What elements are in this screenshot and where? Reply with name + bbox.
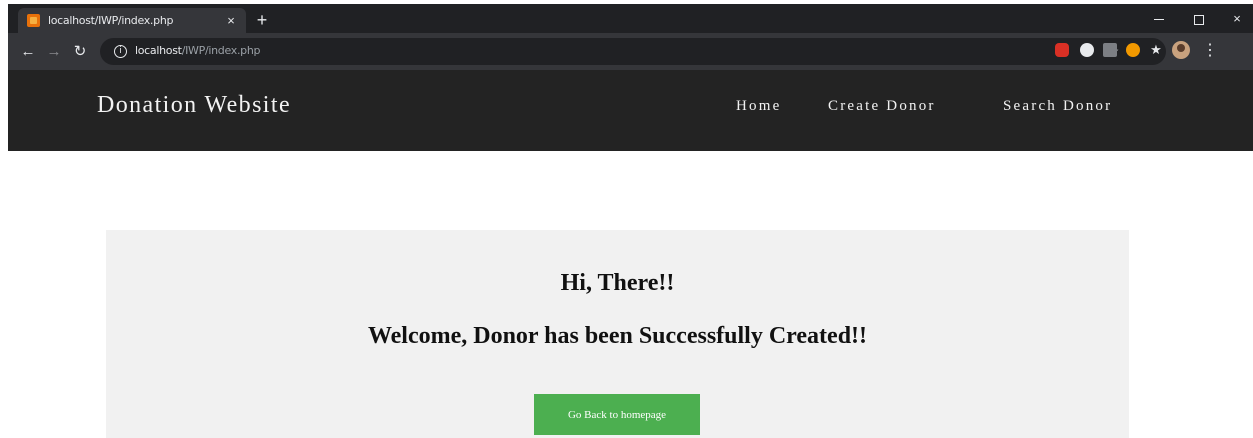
browser-window: localhost/IWP/index.php × + × ← → ↻ i lo… (0, 0, 1253, 438)
go-back-homepage-button[interactable]: Go Back to homepage (534, 394, 700, 435)
back-arrow-icon[interactable]: ← (18, 42, 38, 62)
nav-link-search-donor[interactable]: Search Donor (1003, 98, 1112, 115)
reload-icon[interactable]: ↻ (70, 42, 90, 62)
url-text[interactable]: localhost/IWP/index.php (135, 44, 260, 57)
tab-title: localhost/IWP/index.php (48, 14, 174, 27)
browser-tab[interactable]: localhost/IWP/index.php × (18, 8, 246, 33)
window-close-icon[interactable]: × (1227, 9, 1247, 29)
site-brand[interactable]: Donation Website (97, 92, 291, 119)
nav-link-create-donor[interactable]: Create Donor (828, 98, 936, 115)
site-navbar: Donation Website Home Create Donor Searc… (8, 70, 1253, 151)
nav-link-home[interactable]: Home (736, 98, 781, 115)
address-bar[interactable]: i localhost/IWP/index.php ☆ (100, 38, 1166, 65)
new-tab-icon[interactable]: + (253, 11, 271, 29)
forward-arrow-icon[interactable]: → (44, 42, 64, 62)
page-favicon-icon (27, 14, 40, 27)
extension-white-icon[interactable] (1080, 43, 1094, 57)
extension-red-icon[interactable] (1055, 43, 1069, 57)
browser-toolbar: ← → ↻ i localhost/IWP/index.php ☆ ★ ⋮ (8, 33, 1253, 70)
extension-orange-icon[interactable] (1126, 43, 1140, 57)
tab-close-icon[interactable]: × (223, 13, 239, 29)
greeting-heading: Hi, There!! (560, 270, 675, 296)
restore-icon[interactable] (1188, 9, 1208, 29)
tab-strip: localhost/IWP/index.php × + × (8, 4, 1253, 33)
minimize-icon[interactable] (1149, 9, 1169, 29)
success-message: Welcome, Donor has been Successfully Cre… (367, 323, 868, 349)
extensions-puzzle-icon[interactable]: ★ (1149, 43, 1163, 57)
info-icon[interactable]: i (114, 45, 127, 58)
confirmation-panel: Hi, There!! Welcome, Donor has been Succ… (106, 230, 1129, 438)
extension-grey-icon[interactable] (1103, 43, 1117, 57)
kebab-menu-icon[interactable]: ⋮ (1202, 42, 1218, 60)
profile-avatar-icon[interactable] (1172, 41, 1190, 59)
